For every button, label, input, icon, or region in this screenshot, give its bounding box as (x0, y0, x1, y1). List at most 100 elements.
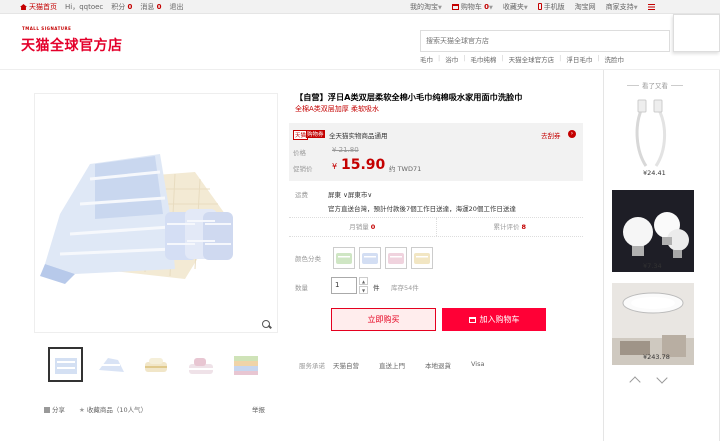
share-link[interactable]: 分享 (44, 404, 65, 414)
color-swatches (333, 247, 433, 269)
zoom-icon[interactable] (262, 320, 270, 328)
swatch-image (336, 253, 352, 264)
star-icon: ★ (79, 406, 85, 414)
greeting[interactable]: Hi，qqtoec (65, 2, 103, 12)
thumbnail-image (144, 357, 167, 372)
hotword[interactable]: 毛巾 (420, 54, 433, 64)
service-item[interactable]: 天猫自营 (333, 360, 359, 370)
color-swatch-pink[interactable] (385, 247, 407, 269)
recommend-price: ¥243.78 (643, 353, 670, 361)
cart-icon (451, 4, 459, 10)
service-item[interactable]: 直送上門 (379, 360, 405, 370)
color-label: 颜色分类 (295, 255, 321, 263)
quantity-increase-icon[interactable]: ▲ (359, 277, 368, 285)
promo-price-label: 促销价 (293, 165, 313, 173)
services-label: 服务承诺 (299, 362, 325, 370)
hotword[interactable]: 浮日毛巾 (566, 54, 592, 64)
promo-price: 15.90 (341, 157, 386, 173)
coupon-badge: 购物券 (306, 130, 325, 138)
top-bar-right: 我的淘宝▼ 购物车 0▼ 收藏夹▼ 手机版 淘宝网 商家支持▼ (410, 2, 655, 12)
quantity-decrease-icon[interactable]: ▼ (359, 286, 368, 294)
swatch-image (362, 253, 378, 264)
mobile-link[interactable]: 手机版 (537, 2, 565, 12)
hotword[interactable]: 洗脸巾 (605, 54, 625, 64)
my-taobao-menu[interactable]: 我的淘宝▼ (410, 2, 442, 12)
price-label: 价格 (293, 149, 306, 157)
color-swatch-blue[interactable] (359, 247, 381, 269)
hot-search-words: 毛巾 | 浴巾 | 毛巾纯棉 | 天猫全球官方店 | 浮日毛巾 | 洗脸巾 (420, 54, 624, 64)
service-item[interactable]: Visa (471, 360, 484, 370)
product-subtitle: 全棉A类双层加厚 柔软吸水 (295, 105, 380, 113)
thumbnail[interactable] (93, 347, 128, 382)
promo-text: 全天猫实物商品通用 (329, 132, 388, 140)
thumbnail-image (188, 357, 213, 374)
price-panel: 天猫 购物券 全天猫实物商品通用 去刮券 › 价格 ¥ 21.80 促销价 ¥ … (289, 123, 583, 181)
sidebar-title: 看了又看 (615, 80, 695, 90)
share-bar: 分享 ★ 收藏商品（10人气） (44, 404, 147, 414)
thumbnail[interactable] (48, 347, 83, 382)
site-nav-icon[interactable] (647, 4, 655, 10)
collect-link[interactable]: ★ 收藏商品（10人气） (79, 404, 147, 414)
chevron-down-icon: ▼ (488, 5, 493, 11)
home-icon (20, 4, 27, 10)
thumbnail-image (233, 355, 258, 375)
service-promises: 服务承诺 天猫自营 直送上門 本地退貨 Visa (299, 360, 504, 370)
delivery-label: 运费 (295, 191, 308, 199)
recommend-item[interactable] (612, 190, 694, 272)
hotword[interactable]: 浴巾 (445, 54, 458, 64)
service-item[interactable]: 本地退貨 (425, 360, 451, 370)
review-count[interactable]: 累计评价 8 (435, 218, 584, 236)
phone-icon (537, 3, 542, 10)
product-title: 【自营】浮日A类双层柔软全棉小毛巾纯棉吸水家用面巾洗脸巾 (295, 92, 523, 102)
scratch-coupon-link[interactable]: 去刮券 (541, 130, 561, 140)
towel-basket-image (35, 94, 277, 332)
tmall-signature-label: TMALL SIGNATURE (22, 26, 72, 31)
thumbnail-image (98, 357, 124, 372)
led-bulb-icon (612, 190, 694, 272)
search-input[interactable] (420, 30, 670, 52)
share-icon (44, 407, 50, 413)
color-swatch-yellow[interactable] (411, 247, 433, 269)
quantity-unit: 件 (373, 284, 380, 292)
add-to-cart-button[interactable]: 加入购物车 (442, 308, 546, 331)
report-link[interactable]: 举报 (252, 404, 265, 414)
top-bar-left: 天猫首页 Hi，qqtoec 积分 0 消息 0 退出 (20, 2, 184, 12)
separator: | (501, 54, 504, 62)
shop-logo[interactable]: 天猫全球官方店 (21, 35, 123, 55)
thumbnail[interactable] (183, 347, 218, 382)
separator: | (559, 54, 562, 62)
delivery-note: 官方直送台灣，預計付款後7個工作日送達，海運20個工作日送達 (328, 205, 516, 213)
thumbnail-image (54, 357, 77, 374)
twd-price: 约 TWD71 (389, 165, 422, 173)
messages-link[interactable]: 消息 0 (140, 2, 161, 12)
color-swatch-green[interactable] (333, 247, 355, 269)
monthly-sales: 月销量 0 (349, 223, 376, 231)
favorites-menu[interactable]: 收藏夹▼ (503, 2, 528, 12)
delivery-location-select[interactable]: 屏東 ∨屏東市∨ (328, 189, 372, 199)
original-price: ¥ 21.80 (332, 146, 359, 154)
separator: | (463, 54, 466, 62)
quantity-input[interactable]: 1 (331, 277, 357, 294)
tmall-home-link[interactable]: 天猫首页 (20, 2, 57, 12)
thumbnail[interactable] (228, 347, 263, 382)
merchant-menu[interactable]: 商家支持▼ (606, 2, 638, 12)
shop-header: TMALL SIGNATURE 天猫全球官方店 毛巾 | 浴巾 | 毛巾纯棉 | 天猫… (0, 15, 720, 70)
cart-link[interactable]: 购物车 0▼ (451, 2, 493, 12)
product-main-image[interactable] (34, 93, 278, 333)
hotword[interactable]: 天猫全球官方店 (509, 54, 555, 64)
stock-count: 库存54件 (391, 284, 419, 292)
recommend-item[interactable] (612, 96, 694, 178)
recommend-price: ¥7.34 (643, 262, 662, 270)
chevron-right-icon[interactable]: › (568, 130, 576, 138)
logout-link[interactable]: 退出 (170, 2, 184, 12)
points-link[interactable]: 积分 0 (111, 2, 132, 12)
separator: | (438, 54, 441, 62)
buy-now-button[interactable]: 立即购买 (331, 308, 436, 331)
separator: | (597, 54, 600, 62)
hotword[interactable]: 毛巾纯棉 (470, 54, 496, 64)
thumbnail[interactable] (138, 347, 173, 382)
top-bar: 天猫首页 Hi，qqtoec 积分 0 消息 0 退出 我的淘宝▼ 购物车 0▼… (0, 0, 720, 14)
sales-stats: 月销量 0 累计评价 8 (289, 217, 583, 237)
recommend-price: ¥24.41 (643, 169, 666, 177)
taobao-link[interactable]: 淘宝网 (575, 2, 596, 12)
